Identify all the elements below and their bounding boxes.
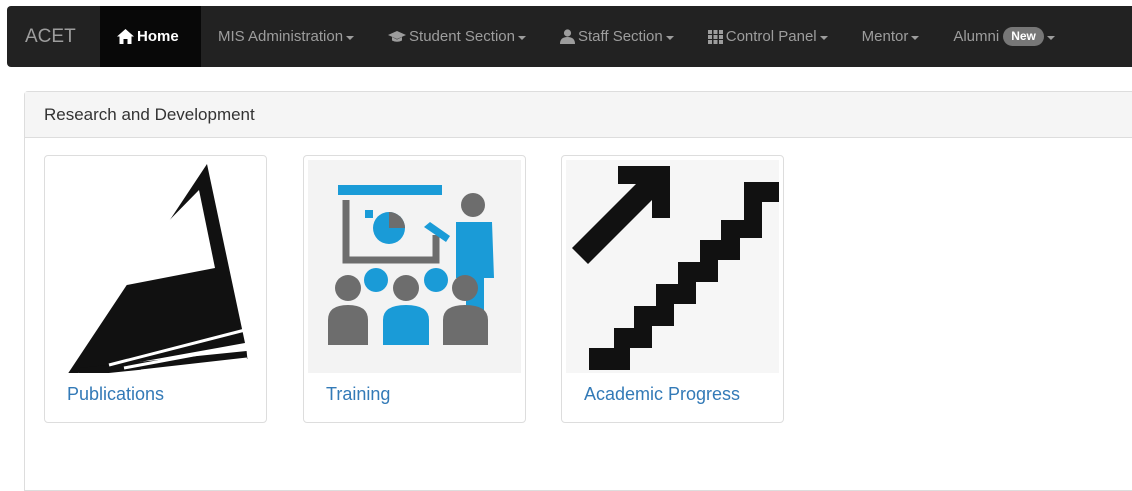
nav-home[interactable]: Home <box>100 6 201 67</box>
nav-home-label: Home <box>137 28 179 45</box>
top-navbar: ACET Home MIS Administration Student Sec… <box>7 6 1132 67</box>
nav-control-panel-label: Control Panel <box>725 28 817 45</box>
nav-mis-administration-label: MIS Administration <box>218 28 344 45</box>
academic-progress-stairs-icon <box>566 160 779 373</box>
graduation-cap-icon <box>388 30 407 43</box>
tile-training[interactable]: Training <box>303 155 526 423</box>
nav-student-section-label: Student Section <box>409 28 515 45</box>
brand-logo[interactable]: ACET <box>7 6 100 67</box>
tile-academic-progress[interactable]: Academic Progress <box>561 155 784 423</box>
nav-staff-section[interactable]: Staff Section <box>543 6 691 67</box>
nav-alumni[interactable]: Alumni New <box>936 6 1072 67</box>
nav-mis-administration[interactable]: MIS Administration <box>201 6 371 67</box>
chevron-down-icon <box>346 35 355 40</box>
tile-training-label[interactable]: Training <box>326 384 390 405</box>
grid-icon <box>707 29 723 44</box>
publications-book-icon <box>68 164 248 373</box>
nav-mentor-label: Mentor <box>861 28 909 45</box>
home-icon <box>117 29 134 44</box>
nav-alumni-label: Alumni <box>953 28 1000 45</box>
chevron-down-icon <box>665 35 674 40</box>
new-badge: New <box>1003 27 1044 46</box>
chevron-down-icon <box>517 35 526 40</box>
tile-publications-label[interactable]: Publications <box>67 384 164 405</box>
nav-mentor[interactable]: Mentor <box>845 6 937 67</box>
panel-title: Research and Development <box>25 92 1132 138</box>
chevron-down-icon <box>911 35 920 40</box>
tile-publications[interactable]: Publications <box>44 155 267 423</box>
chevron-down-icon <box>819 35 828 40</box>
training-presentation-icon <box>308 160 521 373</box>
tile-academic-progress-label[interactable]: Academic Progress <box>584 384 740 405</box>
nav-student-section[interactable]: Student Section <box>371 6 543 67</box>
user-icon <box>559 29 575 44</box>
nav-control-panel[interactable]: Control Panel <box>691 6 845 67</box>
chevron-down-icon <box>1046 35 1055 40</box>
research-development-panel: Research and Development Publications Tr… <box>24 91 1132 491</box>
nav-staff-section-label: Staff Section <box>577 28 663 45</box>
